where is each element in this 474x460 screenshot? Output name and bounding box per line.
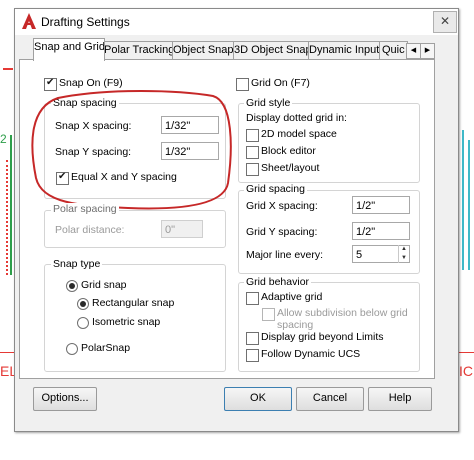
grid-spacing-title: Grid spacing (244, 183, 307, 195)
grid-snap-label: Grid snap (81, 279, 127, 291)
rectangular-snap-label: Rectangular snap (92, 297, 175, 309)
major-line-every-label: Major line every: (246, 249, 324, 261)
snap-type-title: Snap type (51, 258, 103, 270)
grid-block-editor-label: Block editor (261, 145, 316, 157)
cad-cyan-line-right-2 (468, 140, 470, 270)
grid-on-label: Grid On (F7) (251, 77, 310, 89)
tab-polar-tracking[interactable]: Polar Tracking (103, 41, 173, 60)
title-bar[interactable]: Drafting Settings ✕ (15, 9, 458, 35)
tab-object-snap[interactable]: Object Snap (172, 41, 234, 60)
help-button[interactable]: Help (368, 387, 432, 411)
allow-subdivision-checkbox[interactable] (262, 308, 275, 321)
tab-snap-and-grid[interactable]: Snap and Grid (33, 38, 105, 61)
autocad-logo-icon (22, 13, 36, 29)
cad-number-label: 2 (0, 132, 7, 146)
grid-behavior-title: Grid behavior (244, 276, 312, 288)
isometric-snap-label: Isometric snap (92, 316, 161, 328)
grid-snap-radio[interactable] (66, 280, 78, 292)
cad-red-line-left (0, 352, 14, 353)
polar-spacing-title: Polar spacing (51, 203, 119, 215)
grid-y-spacing-label: Grid Y spacing: (246, 226, 318, 238)
options-button[interactable]: Options... (33, 387, 97, 411)
polar-distance-input[interactable]: 0" (161, 220, 203, 238)
window-title: Drafting Settings (41, 15, 130, 29)
cad-red-marker (3, 68, 13, 70)
polar-distance-label: Polar distance: (55, 224, 125, 236)
cad-right-label: IC (459, 363, 473, 379)
rectangular-snap-radio[interactable] (77, 298, 89, 310)
polar-snap-radio[interactable] (66, 343, 78, 355)
tab-quick-properties[interactable]: Quic (379, 41, 408, 60)
grid-style-title: Grid style (244, 97, 293, 109)
close-button[interactable]: ✕ (433, 11, 457, 33)
cad-red-line-right (458, 352, 474, 353)
cad-green-dashed-line (6, 160, 8, 275)
adaptive-grid-checkbox[interactable] (246, 292, 259, 305)
cad-green-line-left (10, 135, 12, 275)
grid-y-spacing-input[interactable]: 1/2" (352, 222, 410, 240)
display-grid-beyond-limits-checkbox[interactable] (246, 332, 259, 345)
grid-sheet-layout-checkbox[interactable] (246, 163, 259, 176)
grid-block-editor-checkbox[interactable] (246, 146, 259, 159)
red-annotation-circle (31, 90, 232, 210)
grid-sheet-layout-label: Sheet/layout (261, 162, 320, 174)
grid-on-checkbox[interactable] (236, 78, 249, 91)
isometric-snap-radio[interactable] (77, 317, 89, 329)
allow-subdivision-label-continued: spacing (277, 319, 314, 331)
major-line-spinner-icon[interactable]: ▲ ▼ (398, 245, 409, 263)
adaptive-grid-label: Adaptive grid (261, 291, 323, 303)
grid-2d-model-space-checkbox[interactable] (246, 129, 259, 142)
tab-scroll-left-icon[interactable]: ◀ (406, 43, 421, 59)
follow-dynamic-ucs-checkbox[interactable] (246, 349, 259, 362)
cancel-button[interactable]: Cancel (296, 387, 364, 411)
grid-style-subtitle: Display dotted grid in: (246, 112, 347, 124)
grid-2d-model-space-label: 2D model space (261, 128, 337, 140)
tab-dynamic-input[interactable]: Dynamic Input (308, 41, 380, 60)
allow-subdivision-label: Allow subdivision below grid (277, 307, 408, 319)
tab-scroll-right-icon[interactable]: ▶ (420, 43, 435, 59)
cad-cyan-line-right (462, 130, 464, 270)
display-grid-beyond-limits-label: Display grid beyond Limits (261, 331, 384, 343)
ok-button[interactable]: OK (224, 387, 292, 411)
grid-x-spacing-input[interactable]: 1/2" (352, 196, 410, 214)
polar-snap-label: PolarSnap (81, 342, 131, 354)
tab-3d-object-snap[interactable]: 3D Object Snap (233, 41, 309, 60)
grid-x-spacing-label: Grid X spacing: (246, 200, 318, 212)
follow-dynamic-ucs-label: Follow Dynamic UCS (261, 348, 361, 360)
